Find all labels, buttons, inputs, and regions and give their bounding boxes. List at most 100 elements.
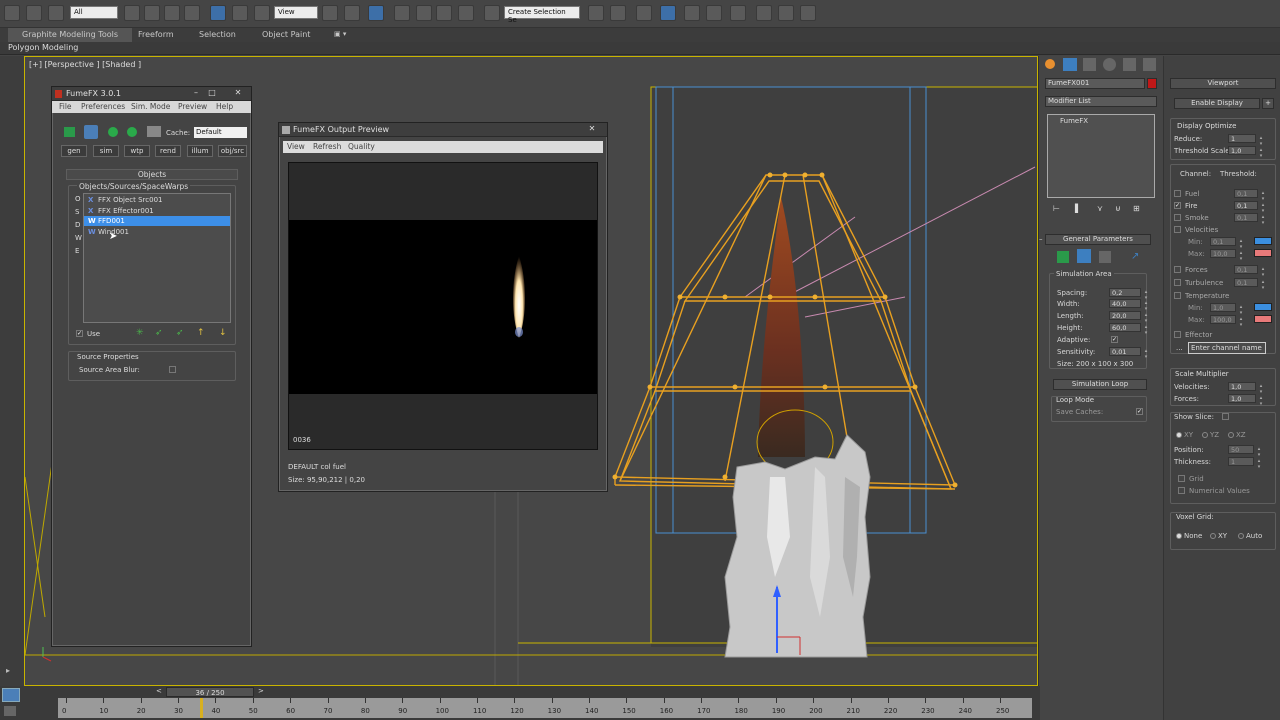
cache-dropdown[interactable]: Default: [194, 127, 247, 138]
selection-filter-dropdown[interactable]: All: [70, 6, 118, 19]
turbulence-checkbox[interactable]: [1174, 279, 1181, 286]
tab-obj-src[interactable]: obj/src: [218, 145, 247, 157]
enable-display-button[interactable]: Enable Display: [1174, 98, 1260, 109]
edit-named-selection-icon[interactable]: [484, 5, 500, 21]
thickness-spinner[interactable]: 1: [1228, 457, 1263, 470]
menu-view[interactable]: View: [287, 141, 305, 153]
polygon-modeling-label[interactable]: Polygon Modeling: [8, 43, 78, 52]
fuel-threshold[interactable]: 0,1: [1234, 189, 1267, 202]
menu-preview[interactable]: Preview: [178, 101, 207, 113]
smoke-threshold[interactable]: 0,1: [1234, 213, 1267, 226]
configure-sets-icon[interactable]: ⊞: [1133, 204, 1140, 213]
temperature-checkbox[interactable]: [1174, 292, 1181, 299]
tab-selection[interactable]: Selection: [199, 30, 236, 39]
move-icon[interactable]: [210, 5, 226, 21]
viewport-rollout[interactable]: Viewport: [1170, 78, 1276, 89]
tab-object-paint[interactable]: Object Paint: [262, 30, 310, 39]
gp-help-icon[interactable]: ↗: [1131, 251, 1143, 263]
fire-checkbox[interactable]: ✓: [1174, 202, 1181, 209]
move-down-icon[interactable]: ↓: [219, 328, 227, 338]
vel-min-spinner[interactable]: 0,1: [1210, 237, 1245, 250]
vel-max-color[interactable]: [1254, 249, 1272, 257]
preview-icon[interactable]: [84, 125, 98, 139]
start-sim-icon[interactable]: [64, 127, 75, 137]
tab-freeform[interactable]: Freeform: [138, 30, 174, 39]
curve-editor-icon[interactable]: [684, 5, 700, 21]
adaptive-checkbox[interactable]: ✓: [1111, 336, 1118, 343]
side-letter-e[interactable]: E: [75, 247, 79, 255]
ribbon-options-icon[interactable]: ▣ ▾: [334, 30, 346, 38]
timeline-ruler[interactable]: 0 10 20 30 40 50 60 70 80 90 100 110 120 130 140 150 160…: [58, 698, 1032, 718]
select-and-link-icon[interactable]: [4, 5, 20, 21]
move-up-icon[interactable]: ↑: [197, 328, 205, 338]
hierarchy-tab-icon[interactable]: [1083, 58, 1096, 71]
reduce-spinner[interactable]: 1: [1228, 134, 1265, 147]
graphite-toggle-icon[interactable]: [660, 5, 676, 21]
fuel-checkbox[interactable]: [1174, 190, 1181, 197]
select-object-icon[interactable]: [124, 5, 140, 21]
rotate-icon[interactable]: [232, 5, 248, 21]
tab-wtp[interactable]: wtp: [124, 145, 150, 157]
voxel-auto-radio[interactable]: [1238, 533, 1244, 539]
material-editor-icon[interactable]: [730, 5, 746, 21]
time-slider[interactable]: 36 / 250: [166, 687, 254, 697]
side-letter-s[interactable]: S: [75, 208, 79, 216]
temp-min-spinner[interactable]: 1,0: [1210, 303, 1245, 316]
grid-checkbox[interactable]: [1178, 475, 1185, 482]
window-crossing-icon[interactable]: [184, 5, 200, 21]
continue-icon[interactable]: [127, 127, 137, 137]
use-checkbox[interactable]: ✓: [76, 330, 83, 337]
next-frame-icon[interactable]: >: [258, 687, 264, 695]
select-manipulate-icon[interactable]: [344, 5, 360, 21]
add-display-button[interactable]: +: [1262, 98, 1274, 109]
expand-arrow-icon[interactable]: ▸: [6, 666, 10, 675]
mini-curve-icon[interactable]: [4, 706, 16, 716]
add-object-icon[interactable]: ➶: [155, 328, 163, 338]
velocities-checkbox[interactable]: [1174, 226, 1181, 233]
height-spinner[interactable]: 60,0: [1109, 323, 1150, 336]
close-icon[interactable]: ✕: [585, 125, 599, 134]
viewport-label[interactable]: [+] [Perspective ] [Shaded ]: [29, 60, 141, 69]
maxscript-listener-icon[interactable]: [2, 688, 20, 702]
objects-rollout-header[interactable]: Objects: [66, 169, 238, 180]
smoke-checkbox[interactable]: [1174, 214, 1181, 221]
simulation-loop-button[interactable]: Simulation Loop: [1053, 379, 1147, 390]
tab-graphite-modeling-tools[interactable]: Graphite Modeling Tools: [8, 28, 133, 42]
forces-threshold[interactable]: 0,1: [1234, 265, 1267, 278]
voxel-xy-radio[interactable]: [1210, 533, 1216, 539]
position-spinner[interactable]: 50: [1228, 445, 1263, 458]
object-color-swatch[interactable]: [1147, 78, 1157, 89]
preview-canvas[interactable]: 0036: [288, 162, 598, 450]
axis-xy-radio[interactable]: [1176, 432, 1182, 438]
voxel-none-radio[interactable]: [1176, 533, 1182, 539]
angle-snap-icon[interactable]: [416, 5, 432, 21]
select-by-name-icon[interactable]: [144, 5, 160, 21]
forces-checkbox[interactable]: [1174, 266, 1181, 273]
tab-sim[interactable]: sim: [93, 145, 119, 157]
preview-titlebar[interactable]: FumeFX Output Preview ✕: [279, 123, 607, 137]
threshold-scale-spinner[interactable]: 1,0: [1228, 146, 1265, 159]
tab-rend[interactable]: rend: [155, 145, 181, 157]
modifier-list-dropdown[interactable]: Modifier List: [1045, 96, 1157, 107]
axis-xz-radio[interactable]: [1228, 432, 1234, 438]
spacing-spinner[interactable]: 0,2: [1109, 288, 1150, 301]
axis-yz-radio[interactable]: [1202, 432, 1208, 438]
bind-spacewarp-icon[interactable]: [48, 5, 64, 21]
rectangular-selection-icon[interactable]: [164, 5, 180, 21]
list-item-selected[interactable]: W FFD001: [84, 216, 230, 226]
pin-stack-icon[interactable]: ⊢: [1053, 204, 1060, 213]
align-icon[interactable]: [610, 5, 626, 21]
create-tab-icon[interactable]: [1045, 59, 1055, 69]
render-production-icon[interactable]: [800, 5, 816, 21]
gp-preview-icon[interactable]: [1077, 249, 1091, 263]
percent-snap-icon[interactable]: [436, 5, 452, 21]
show-slice-checkbox[interactable]: [1222, 413, 1229, 420]
gp-open-icon[interactable]: [1099, 251, 1111, 263]
gp-sim-icon[interactable]: [1057, 251, 1069, 263]
show-end-result-icon[interactable]: ▌: [1075, 204, 1081, 213]
list-item[interactable]: X FFX Object Src001: [84, 195, 230, 205]
menu-file[interactable]: File: [59, 101, 72, 113]
menu-sim-mode[interactable]: Sim. Mode: [131, 101, 170, 113]
menu-preferences[interactable]: Preferences: [81, 101, 125, 113]
play-icon[interactable]: [108, 127, 118, 137]
